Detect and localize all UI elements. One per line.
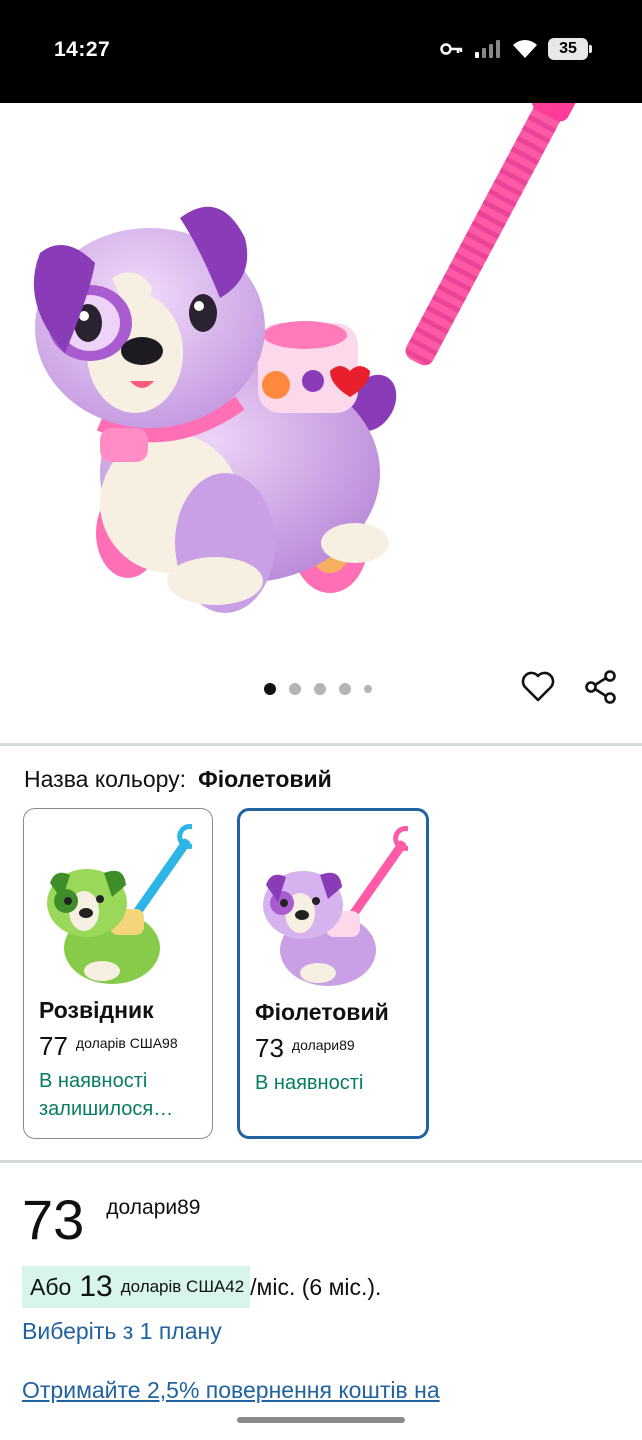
variant-name: Розвідник [39, 997, 154, 1023]
variant-stock: В наявності [255, 1072, 364, 1094]
price-frac: долари89 [106, 1196, 201, 1219]
price-whole: 73 [22, 1188, 85, 1251]
section-divider [0, 1160, 642, 1163]
heart-icon[interactable] [520, 669, 556, 705]
carousel-dot[interactable] [289, 683, 301, 695]
installment-suffix: /міс. (6 міс.). [250, 1273, 382, 1300]
wifi-icon [512, 39, 538, 59]
carousel-dot[interactable] [364, 685, 372, 693]
product-image-gallery[interactable] [0, 103, 642, 743]
carousel-dot[interactable] [314, 683, 326, 695]
signal-icon [474, 39, 502, 59]
pink-handle [405, 103, 581, 366]
carousel-dots [264, 683, 372, 695]
installment-row: Або 13 доларів США42 /міс. (6 міс.). [22, 1266, 381, 1308]
home-indicator[interactable] [237, 1417, 405, 1423]
variant-price-frac: доларів США98 [75, 1035, 178, 1051]
variant-name: Фіолетовий [255, 999, 389, 1025]
cashback-link[interactable]: Отримайте 2,5% повернення коштів на [22, 1377, 440, 1404]
installment-amount: 13 [79, 1270, 113, 1303]
main-price: 73 долари89 [22, 1190, 200, 1250]
green-puppy-thumb [47, 823, 192, 984]
status-icons: 35 [440, 38, 592, 60]
installment-prefix: Або [30, 1273, 72, 1300]
carousel-dot[interactable] [339, 683, 351, 695]
share-icon[interactable] [583, 669, 619, 705]
purple-puppy-thumb [263, 825, 408, 986]
key-icon [440, 42, 464, 56]
variant-price: 77 доларів США98 [39, 1031, 178, 1062]
variant-price-whole: 77 [39, 1031, 68, 1061]
status-bar: 14:27 35 [0, 0, 642, 103]
variant-price-whole: 73 [255, 1033, 284, 1063]
color-name-row: Назва кольору: Фіолетовий [24, 766, 332, 793]
installment-highlight: Або 13 доларів США42 [22, 1266, 251, 1308]
choose-plan-link[interactable]: Виберіть з 1 плану [22, 1318, 222, 1345]
variant-stock: В наявності залишилося… [39, 1070, 174, 1120]
battery-level: 35 [559, 40, 577, 57]
selected-color: Фіолетовий [198, 766, 332, 792]
variant-price: 73 долари89 [255, 1033, 355, 1064]
purple-puppy-toy-image [33, 103, 581, 613]
carousel-dot[interactable] [264, 683, 276, 695]
battery-icon: 35 [548, 38, 592, 60]
variant-price-frac: долари89 [291, 1037, 355, 1053]
status-time: 14:27 [54, 38, 111, 61]
variant-card-violet[interactable]: Фіолетовий 73 долари89 В наявності [237, 808, 429, 1139]
color-label: Назва кольору: [24, 766, 187, 792]
variant-card-scout[interactable]: Розвідник 77 доларів США98 В наявності з… [23, 808, 213, 1139]
installment-unit: доларів США42 [120, 1277, 245, 1296]
section-divider [0, 743, 642, 746]
